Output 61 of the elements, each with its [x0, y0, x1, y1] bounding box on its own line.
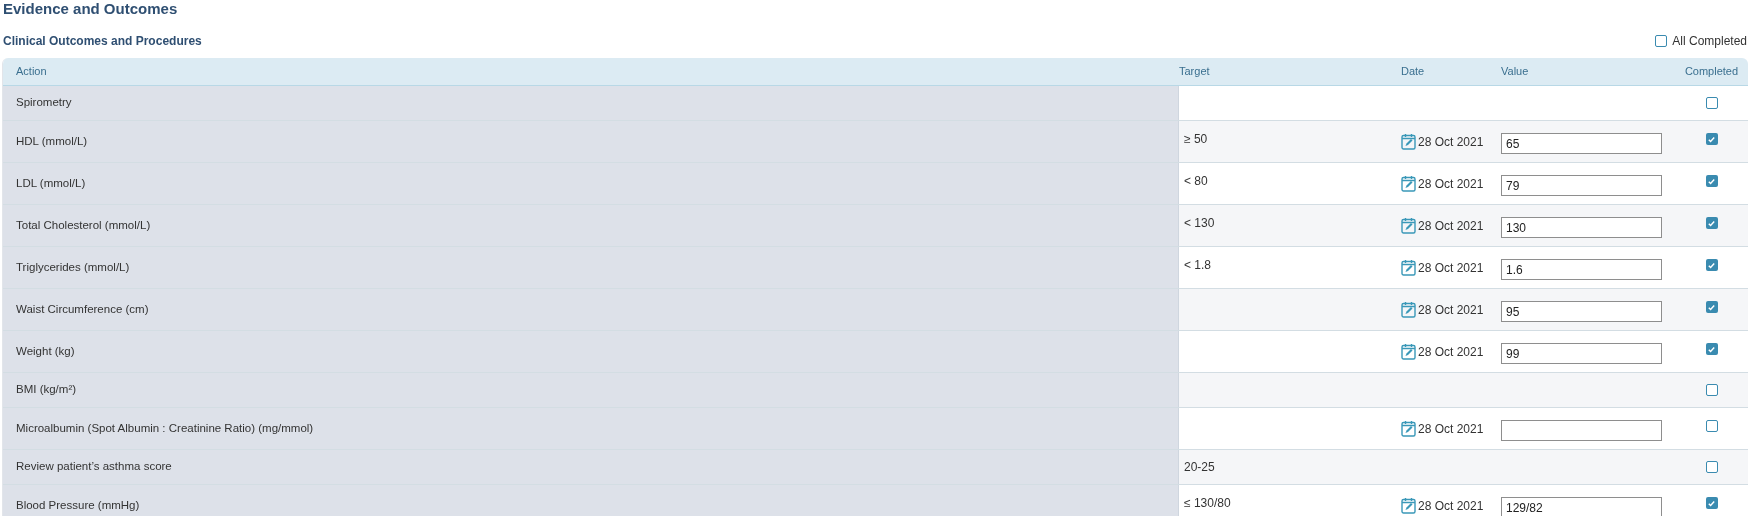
action-cell: Triglycerides (mmol/L) — [3, 247, 1179, 288]
column-header: Target — [1179, 64, 1210, 80]
date-text: 28 Oct 2021 — [1418, 420, 1484, 438]
calendar-edit-icon[interactable] — [1401, 259, 1416, 276]
completed-checkbox[interactable] — [1705, 97, 1718, 109]
value-input[interactable]: 1.6 — [1501, 259, 1662, 280]
target-text: ≤ 130/80 — [1184, 496, 1231, 510]
date-text: 28 Oct 2021 — [1418, 497, 1484, 515]
column-header: Date — [1401, 64, 1425, 80]
target-text: < 130 — [1184, 216, 1215, 230]
completed-checkbox[interactable] — [1705, 343, 1718, 355]
action-cell: Blood Pressure (mmHg) — [3, 485, 1179, 516]
page-title: Evidence and Outcomes — [2, 0, 179, 18]
action-cell: HDL (mmol/L) — [3, 121, 1179, 162]
target-text: ≥ 50 — [1184, 132, 1208, 146]
completed-checkbox[interactable] — [1705, 259, 1718, 271]
date-text: 28 Oct 2021 — [1418, 217, 1484, 235]
calendar-edit-icon[interactable] — [1401, 343, 1416, 360]
date-text: 28 Oct 2021 — [1418, 133, 1484, 151]
calendar-edit-icon[interactable] — [1401, 497, 1416, 514]
target-text: < 1.8 — [1184, 258, 1212, 272]
value-input[interactable]: 130 — [1501, 217, 1662, 238]
completed-checkbox[interactable] — [1705, 384, 1718, 396]
calendar-edit-icon[interactable] — [1401, 133, 1416, 150]
value-input[interactable]: 129/82 — [1501, 497, 1662, 516]
value-input[interactable]: 79 — [1501, 175, 1662, 196]
calendar-edit-icon[interactable] — [1401, 175, 1416, 192]
section-title: Clinical Outcomes and Procedures — [3, 33, 202, 50]
action-cell: Microalbumin (Spot Albumin : Creatinine Ratio) (mg/mmol) — [3, 408, 1179, 449]
completed-checkbox[interactable] — [1705, 133, 1718, 145]
action-cell: Weight (kg) — [3, 331, 1179, 372]
value-input[interactable]: 65 — [1501, 133, 1662, 154]
calendar-edit-icon[interactable] — [1401, 420, 1416, 437]
action-cell: Spirometry — [3, 86, 1179, 120]
column-header: Value — [1501, 64, 1529, 80]
completed-checkbox[interactable] — [1705, 420, 1718, 432]
completed-checkbox[interactable] — [1705, 301, 1718, 313]
date-text: 28 Oct 2021 — [1418, 301, 1484, 319]
column-header: Action — [15, 64, 47, 80]
all-completed-checkbox[interactable] — [1655, 35, 1668, 47]
action-cell: Total Cholesterol (mmol/L) — [3, 205, 1179, 246]
action-cell: LDL (mmol/L) — [3, 163, 1179, 204]
target-text: < 80 — [1184, 174, 1208, 188]
action-cell: Review patient’s asthma score — [3, 450, 1179, 484]
completed-checkbox[interactable] — [1705, 461, 1718, 473]
completed-checkbox[interactable] — [1705, 497, 1718, 509]
calendar-edit-icon[interactable] — [1401, 217, 1416, 234]
date-text: 28 Oct 2021 — [1418, 175, 1484, 193]
completed-checkbox[interactable] — [1705, 175, 1718, 187]
date-text: 28 Oct 2021 — [1418, 259, 1484, 277]
calendar-edit-icon[interactable] — [1401, 301, 1416, 318]
value-input[interactable] — [1501, 420, 1662, 441]
target-text: 20-25 — [1184, 459, 1215, 476]
completed-checkbox[interactable] — [1705, 217, 1718, 229]
action-cell: BMI (kg/m²) — [3, 373, 1179, 407]
date-text: 28 Oct 2021 — [1418, 343, 1484, 361]
column-header: Completed — [1684, 64, 1739, 80]
value-input[interactable]: 95 — [1501, 301, 1662, 322]
action-cell: Waist Circumference (cm) — [3, 289, 1179, 330]
value-input[interactable]: 99 — [1501, 343, 1662, 364]
all-completed-label: All Completed — [1672, 33, 1747, 50]
